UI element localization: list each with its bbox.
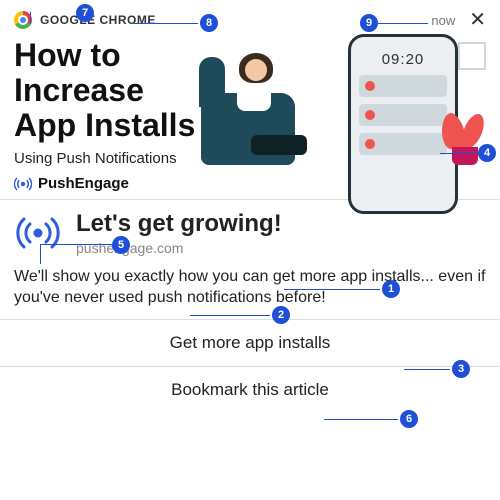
notification-card: Let's get growing! pushengage.com We'll … (0, 199, 500, 413)
card-title: Let's get growing! (76, 210, 282, 238)
callout-1: 1 (382, 280, 400, 298)
bell-icon (359, 133, 447, 155)
callout-8: 8 (200, 14, 218, 32)
action-primary[interactable]: Get more app installs (0, 319, 500, 366)
broadcast-icon (14, 213, 62, 253)
callout-9: 9 (360, 14, 378, 32)
bell-icon (359, 104, 447, 126)
callout-3: 3 (452, 360, 470, 378)
callout-7: 7 (76, 4, 94, 22)
notification-topbar: GOOGLE CHROME now ✕ (0, 0, 500, 36)
hero-subtitle: Using Push Notifications (14, 150, 195, 167)
broadcast-icon (14, 175, 32, 193)
callout-2: 2 (272, 306, 290, 324)
close-icon[interactable]: ✕ (469, 10, 486, 30)
person-icon (201, 55, 321, 165)
card-domain: pushengage.com (76, 240, 282, 256)
app-source-label: GOOGLE CHROME (40, 13, 156, 27)
card-description: We'll show you exactly how you can get m… (0, 260, 500, 319)
picture-frame-icon (458, 42, 486, 70)
bell-icon (359, 75, 447, 97)
callout-6: 6 (400, 410, 418, 428)
timestamp: now (431, 13, 455, 28)
hero-illustration: 09:20 ! (199, 38, 486, 167)
brand-label: PushEngage (38, 175, 129, 192)
hero: How to Increase App Installs Using Push … (0, 36, 500, 167)
action-bookmark[interactable]: Bookmark this article (0, 366, 500, 413)
phone-time: 09:20 (351, 51, 455, 68)
hero-title: How to Increase App Installs (14, 38, 195, 144)
callout-5: 5 (112, 236, 130, 254)
callout-4: 4 (478, 144, 496, 162)
